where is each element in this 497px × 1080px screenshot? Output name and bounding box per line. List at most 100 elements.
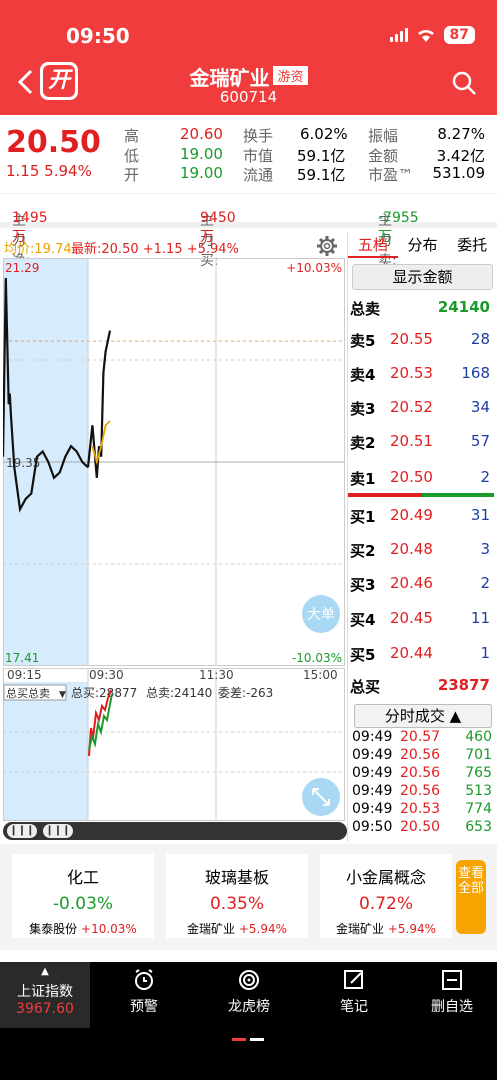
target-icon — [239, 970, 259, 990]
total-buy-row: 总买 23877 — [350, 676, 490, 696]
ask-row[interactable]: 卖1 20.50 2 — [348, 468, 494, 488]
edit-note-icon — [344, 970, 363, 989]
bid-row[interactable]: 买2 20.48 3 — [348, 540, 494, 560]
bid-row[interactable]: 买3 20.46 2 — [348, 574, 494, 594]
index-ticker[interactable]: ▲ 上证指数 3967.60 — [0, 962, 90, 1028]
stock-title: 金瑞矿业 游资 — [0, 62, 497, 91]
show-amount-button[interactable]: 显示金额 — [352, 264, 493, 290]
high-value: 20.60 — [180, 125, 223, 143]
tick-row: 09:49 20.56 513 — [352, 783, 492, 799]
x-tick-label: 11:30 — [199, 668, 234, 682]
tick-row: 09:50 20.50 653 — [352, 819, 492, 835]
notes-button[interactable]: 笔记 — [332, 968, 376, 1016]
ask-row[interactable]: 卖3 20.52 34 — [348, 398, 494, 418]
last-price-label: 最新:20.50 +1.15 +5.94% — [71, 242, 239, 257]
amount-value: 3.42亿 — [436, 147, 485, 165]
dragon-tiger-button[interactable]: 龙虎榜 — [222, 968, 276, 1016]
ask-row[interactable]: 卖5 20.55 28 — [348, 330, 494, 350]
avg-price: 均价:19.74 — [4, 242, 72, 257]
high-label: 高 — [124, 127, 140, 145]
app-header: 09:50 87 开 金瑞矿业 游资 600714 — [0, 0, 497, 115]
price-change: 1.15 5.94% — [6, 162, 92, 180]
order-diff-stat: 委差:-263 — [218, 686, 273, 700]
ask-row[interactable]: 卖4 20.53 168 — [348, 364, 494, 384]
y-top-label: 21.29 — [5, 261, 39, 275]
tab-orders[interactable]: 委托 — [447, 232, 497, 258]
pe-value: 531.09 — [432, 164, 486, 182]
last-price: 20.50 — [6, 125, 101, 160]
remove-watchlist-button[interactable]: 删自选 — [428, 968, 476, 1016]
x-tick-label: 09:15 — [7, 668, 42, 682]
bid-ask-ratio-bar — [348, 493, 494, 497]
settings-gear-icon[interactable] — [316, 235, 338, 257]
sector-card[interactable]: 玻璃基板 0.35% 金瑞矿业 +5.94% — [166, 854, 308, 938]
market-cap-label: 市值 — [243, 147, 274, 165]
amplitude-label: 振幅 — [368, 127, 399, 145]
pct-bottom-label: -10.03% — [292, 651, 342, 665]
total-sell-stat: 总卖:24140 — [146, 686, 212, 700]
order-book-tabs: 五档 分布 委托 — [348, 232, 497, 258]
tab-distribution[interactable]: 分布 — [398, 232, 448, 258]
chart-scrollbar[interactable]: ❙❙❙ ❙❙❙ — [3, 822, 347, 840]
bid-row[interactable]: 买4 20.45 11 — [348, 609, 494, 629]
wifi-icon — [417, 29, 434, 42]
status-time: 09:50 — [66, 24, 130, 48]
total-sell-row: 总卖 24140 — [350, 298, 490, 318]
amount-label: 金额 — [368, 147, 399, 165]
turnover-label: 换手 — [243, 127, 274, 145]
total-buy-stat: 总买:28877 — [71, 686, 137, 700]
float-cap-value: 59.1亿 — [297, 166, 346, 184]
y-bottom-label: 17.41 — [5, 651, 39, 665]
scroll-handle-right[interactable]: ❙❙❙ — [43, 824, 73, 838]
alarm-clock-icon — [135, 969, 153, 990]
view-all-button[interactable]: 查看全部 — [456, 860, 486, 934]
amplitude-value: 8.27% — [437, 125, 485, 143]
signal-icon — [389, 28, 408, 42]
sector-card[interactable]: 化工 -0.03% 集泰股份 +10.03% — [12, 854, 154, 938]
battery-indicator: 87 — [443, 26, 475, 44]
tick-row: 09:49 20.56 701 — [352, 747, 492, 763]
stock-code: 600714 — [219, 88, 278, 106]
x-tick-label: 09:30 — [89, 668, 124, 682]
related-sectors: 化工 -0.03% 集泰股份 +10.03% 玻璃基板 0.35% 金瑞矿业 +… — [0, 844, 497, 950]
x-tick-label: 15:00 — [303, 668, 338, 682]
caret-up-icon: ▲ — [449, 707, 462, 725]
page-indicator — [232, 1038, 264, 1041]
auction-zone-volume — [3, 682, 88, 820]
quote-panel: 20.50 1.15 5.94% 高 20.60 换手 6.02% 振幅 8.2… — [0, 115, 497, 193]
capital-flow-bar: 主力净:1495万 主力买:9450万 主力卖:-7955万 — [0, 193, 497, 269]
low-label: 低 — [124, 147, 140, 165]
bottom-toolbar: ▲ 上证指数 3967.60 预警 龙虎榜 笔记 删自选 — [0, 962, 497, 1080]
pct-top-label: +10.03% — [286, 261, 342, 275]
turnover-value: 6.02% — [300, 125, 348, 143]
caret-up-icon: ▲ — [41, 966, 49, 977]
tick-row: 09:49 20.56 765 — [352, 765, 492, 781]
volume-indicator-label: 总买总卖 — [6, 686, 50, 700]
bid-row[interactable]: 买5 20.44 1 — [348, 644, 494, 664]
tick-trades-button[interactable]: 分时成交 ▲ — [354, 704, 492, 728]
tick-row: 09:49 20.57 460 — [352, 729, 492, 745]
low-value: 19.00 — [180, 145, 223, 163]
ask-row[interactable]: 卖2 20.51 57 — [348, 432, 494, 452]
remove-square-icon — [442, 970, 462, 990]
sector-card[interactable]: 小金属概念 0.72% 金瑞矿业 +5.94% — [320, 854, 452, 938]
dropdown-icon: ▼ — [59, 690, 66, 700]
stock-tag-badge: 游资 — [273, 66, 308, 85]
chart-header: 均价:19.74 最新:20.50 +1.15 +5.94% — [0, 234, 345, 258]
intraday-chart[interactable]: 21.29 19.35 17.41 +10.03% -10.03% 09:15 0… — [3, 258, 345, 824]
alert-button[interactable]: 预警 — [122, 968, 166, 1016]
tick-row: 09:49 20.53 774 — [352, 801, 492, 817]
status-icons: 87 — [389, 26, 475, 44]
order-book-panel: 五档 分布 委托 显示金额 总卖 24140 卖5 20.55 28 卖4 20.53… — [347, 232, 497, 842]
big-order-label: 大单 — [307, 607, 335, 623]
open-value: 19.00 — [180, 164, 223, 182]
market-cap-value: 59.1亿 — [297, 147, 346, 165]
tab-five-levels[interactable]: 五档 — [348, 232, 398, 258]
open-label: 开 — [124, 166, 140, 184]
pe-label: 市盈™ — [368, 166, 414, 184]
float-cap-label: 流通 — [243, 166, 274, 184]
search-icon[interactable] — [451, 70, 477, 96]
total-sell-line — [88, 693, 113, 751]
bid-row[interactable]: 买1 20.49 31 — [348, 506, 494, 526]
scroll-handle-left[interactable]: ❙❙❙ — [7, 824, 37, 838]
